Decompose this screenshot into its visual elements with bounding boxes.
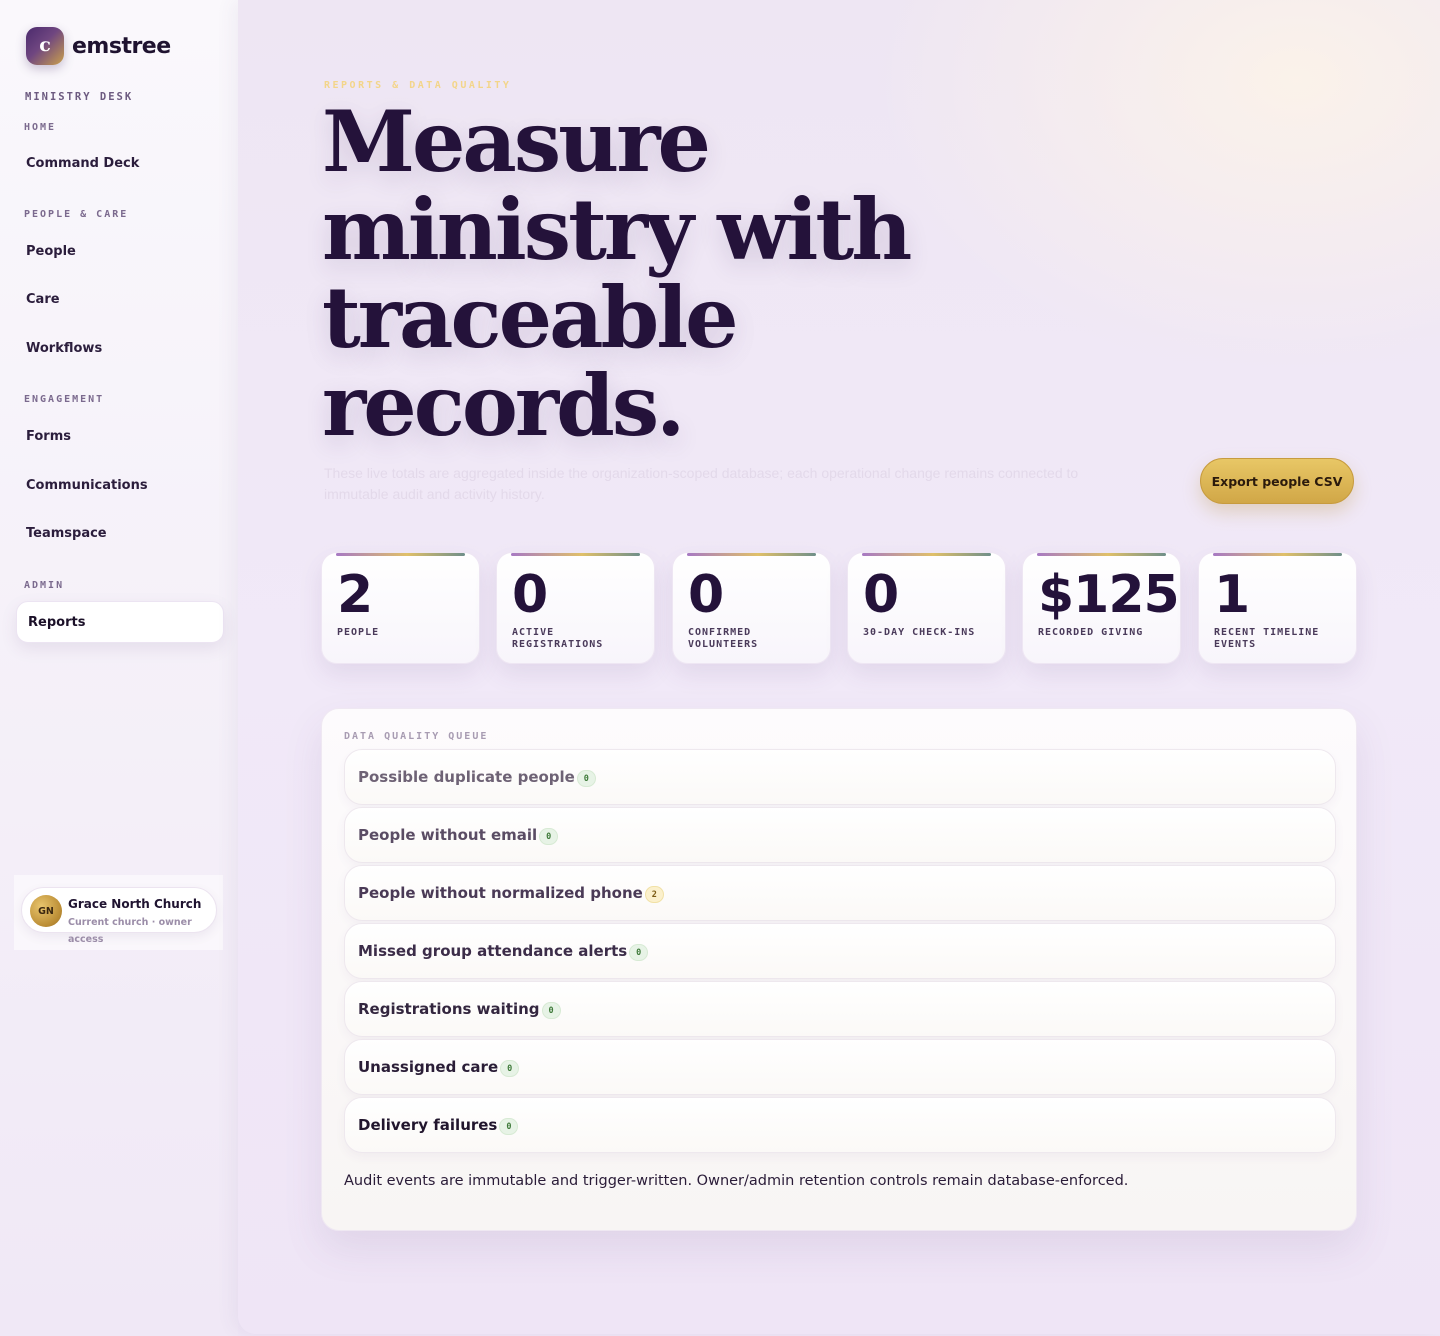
- queue-item-label: People without normalized phone: [358, 884, 643, 902]
- nav-item-teamspace[interactable]: Teamspace: [16, 512, 224, 554]
- stat-value: 0: [512, 565, 548, 625]
- count-badge: 0: [576, 770, 596, 787]
- stat-value: 0: [688, 565, 724, 625]
- page-lede: These live totals are aggregated inside …: [324, 465, 1079, 502]
- queue-item[interactable]: Delivery failures 0: [344, 1097, 1336, 1153]
- stat-label: RECORDED GIVING: [1038, 627, 1144, 638]
- queue-title: DATA QUALITY QUEUE: [344, 731, 489, 742]
- church-name: Grace North Church: [68, 897, 202, 911]
- nav-item-workflows[interactable]: Workflows: [16, 327, 224, 369]
- brand[interactable]: c emstree: [26, 27, 171, 65]
- page-eyebrow: REPORTS & DATA QUALITY: [324, 80, 512, 91]
- nav-group-home: HOME: [24, 122, 57, 133]
- stat-label: CONFIRMED VOLUNTEERS: [688, 627, 759, 650]
- queue-item-label: Registrations waiting: [358, 1000, 540, 1018]
- stat-value: $125.00: [1038, 565, 1180, 625]
- data-quality-queue: DATA QUALITY QUEUE Possible duplicate pe…: [321, 708, 1357, 1231]
- main-content: REPORTS & DATA QUALITY Measure ministry …: [238, 0, 1440, 1334]
- stat-card-active-registrations: 0 ACTIVE REGISTRATIONS: [496, 552, 655, 664]
- nav-group-admin: ADMIN: [24, 580, 65, 591]
- queue-item[interactable]: Possible duplicate people 0: [344, 749, 1336, 805]
- queue-item-label: Unassigned care: [358, 1058, 499, 1076]
- queue-item-label: People without email: [358, 826, 538, 844]
- page-title: Measure ministry with traceable records.: [322, 92, 912, 455]
- count-badge: 0: [539, 828, 559, 845]
- stat-card-check-ins: 0 30-DAY CHECK-INS: [847, 552, 1006, 664]
- count-badge: 2: [644, 886, 664, 903]
- nav-item-command-deck[interactable]: Command Deck: [16, 142, 224, 184]
- nav-item-care[interactable]: Care: [16, 278, 224, 320]
- sidebar-eyebrow: MINISTRY DESK: [25, 91, 134, 103]
- queue-item-label: Possible duplicate people: [358, 768, 575, 786]
- stat-label: 30-DAY CHECK-INS: [863, 627, 976, 638]
- avatar: GN: [30, 895, 62, 927]
- stat-card-people: 2 PEOPLE: [321, 552, 480, 664]
- stat-label: ACTIVE REGISTRATIONS: [512, 627, 604, 650]
- nav-item-reports[interactable]: Reports: [16, 601, 224, 643]
- count-badge: 0: [500, 1060, 520, 1077]
- queue-item[interactable]: People without email 0: [344, 807, 1336, 863]
- count-badge: 0: [499, 1118, 519, 1135]
- stat-value: 1: [1214, 565, 1250, 625]
- queue-item[interactable]: Unassigned care 0: [344, 1039, 1336, 1095]
- stat-card-recorded-giving: $125.00 RECORDED GIVING: [1022, 552, 1181, 664]
- brand-name: emstree: [72, 33, 171, 59]
- stat-value: 0: [863, 565, 899, 625]
- count-badge: 0: [541, 1002, 561, 1019]
- stat-label: PEOPLE: [337, 627, 380, 638]
- count-badge: 0: [629, 944, 649, 961]
- queue-item[interactable]: Missed group attendance alerts 0: [344, 923, 1336, 979]
- queue-note: Audit events are immutable and trigger-w…: [344, 1173, 1129, 1189]
- church-switcher[interactable]: GN Grace North Church Current church · o…: [14, 875, 223, 950]
- export-people-csv-button[interactable]: Export people CSV: [1200, 458, 1354, 504]
- nav-group-engagement: ENGAGEMENT: [24, 394, 105, 405]
- nav-item-forms[interactable]: Forms: [16, 415, 224, 457]
- stat-card-confirmed-volunteers: 0 CONFIRMED VOLUNTEERS: [672, 552, 831, 664]
- queue-item[interactable]: Registrations waiting 0: [344, 981, 1336, 1037]
- logo-icon: c: [26, 27, 64, 65]
- stat-value: 2: [337, 565, 373, 625]
- queue-item-label: Delivery failures: [358, 1116, 498, 1134]
- nav-item-people[interactable]: People: [16, 230, 224, 272]
- church-subtitle: Current church · owner access: [68, 917, 192, 945]
- stat-label: RECENT TIMELINE EVENTS: [1214, 627, 1320, 650]
- queue-item-label: Missed group attendance alerts: [358, 942, 628, 960]
- nav-group-people-care: PEOPLE & CARE: [24, 209, 129, 220]
- nav-item-communications[interactable]: Communications: [16, 464, 224, 506]
- sidebar: c emstree MINISTRY DESK HOME Command Dec…: [0, 0, 238, 1336]
- stat-card-recent-timeline-events: 1 RECENT TIMELINE EVENTS: [1198, 552, 1357, 664]
- queue-item[interactable]: People without normalized phone 2: [344, 865, 1336, 921]
